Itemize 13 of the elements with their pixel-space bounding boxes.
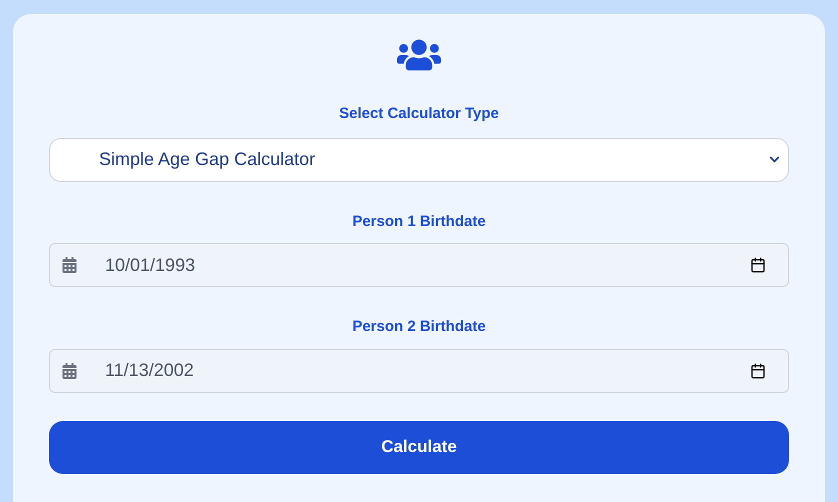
calendar-picker-icon[interactable] (750, 362, 766, 378)
users-icon (397, 37, 441, 73)
field-label: Select Calculator Type (339, 104, 499, 124)
field-label: Person 2 Birthdate (352, 317, 486, 337)
calendar-icon (62, 362, 77, 378)
calculator-type-select[interactable]: Simple Age Gap Calculator (49, 138, 789, 182)
chevron-down-icon (769, 154, 780, 165)
calendar-picker-icon[interactable] (750, 257, 766, 273)
field-label: Person 1 Birthdate (352, 212, 486, 232)
date-field[interactable]: 11/13/2002 (49, 348, 789, 392)
calculate-button[interactable]: Calculate (49, 420, 789, 474)
calendar-icon (62, 257, 77, 273)
date-field[interactable]: 10/01/1993 (49, 243, 789, 287)
